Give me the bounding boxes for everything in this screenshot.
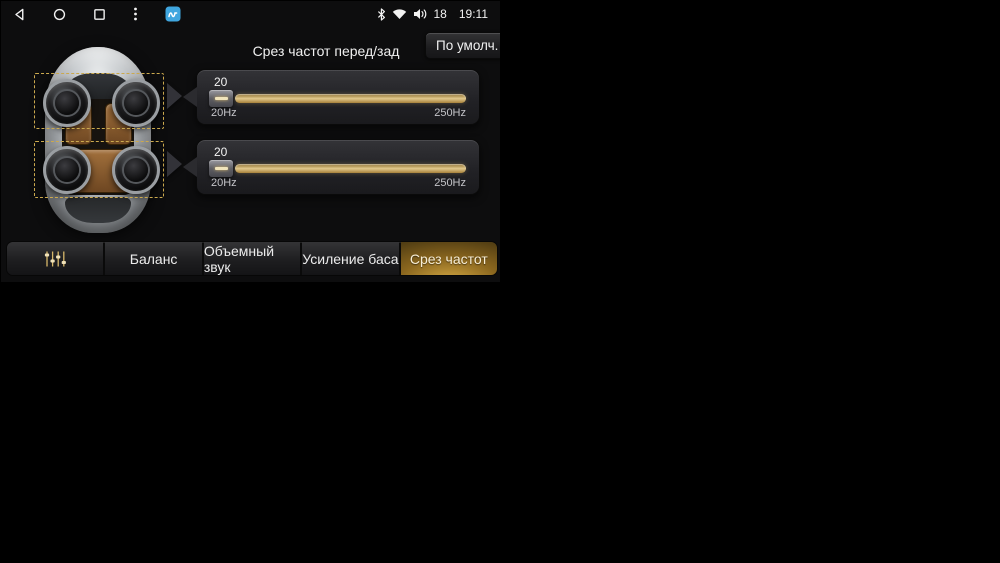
crossover-max-label: 250Hz — [434, 107, 466, 119]
tab-crossover[interactable]: Срез частот — [401, 242, 497, 275]
crossover-track — [235, 164, 466, 173]
rear-crossover-slider[interactable]: 20 20Hz 250Hz — [196, 139, 480, 195]
crossover-max-label: 250Hz — [434, 177, 466, 189]
clock: 19:11 — [459, 7, 488, 21]
crossover-min-label: 20Hz — [211, 107, 237, 119]
tab-balance[interactable]: Баланс — [105, 242, 201, 275]
menu-icon[interactable] — [133, 7, 138, 21]
page-title: Срез частот перед/зад — [226, 43, 426, 59]
bottom-tab-bar: БалансОбъемный звукУсиление басаСрез час… — [6, 241, 498, 276]
recents-icon[interactable] — [93, 8, 106, 21]
front-speakers-selection-box — [34, 73, 164, 129]
default-button[interactable]: По умолч. — [425, 32, 500, 59]
tab-equalizer[interactable] — [7, 242, 103, 275]
tab-surround[interactable]: Объемный звук — [204, 242, 300, 275]
home-icon[interactable] — [53, 8, 66, 21]
front-crossover-slider[interactable]: 20 20Hz 250Hz — [196, 69, 480, 125]
status-bar: 18 19:11 — [1, 1, 500, 27]
crossover-screen: 1819:11 Срез частот перед/зад По умолч. … — [0, 0, 500, 281]
crossover-handle[interactable] — [209, 160, 233, 177]
volume-level: 18 — [434, 7, 447, 21]
crossover-min-label: 20Hz — [211, 177, 237, 189]
crossover-value: 20 — [214, 75, 227, 89]
tab-bass-boost[interactable]: Усиление баса — [302, 242, 398, 275]
crossover-handle[interactable] — [209, 90, 233, 107]
app-icon[interactable] — [165, 6, 181, 22]
rear-pointer-chevron — [167, 151, 182, 177]
volume-icon — [413, 8, 428, 20]
back-icon[interactable] — [13, 8, 26, 21]
bluetooth-icon — [377, 8, 386, 21]
wifi-icon — [392, 8, 407, 20]
crossover-track — [235, 94, 466, 103]
audio-settings-collage: 1819:11 Рок Все колонки Настройки По умо… — [0, 0, 1000, 563]
rear-speakers-selection-box — [34, 141, 164, 198]
front-pointer-chevron — [167, 83, 182, 109]
crossover-value: 20 — [214, 145, 227, 159]
equalizer-icon — [39, 249, 71, 269]
